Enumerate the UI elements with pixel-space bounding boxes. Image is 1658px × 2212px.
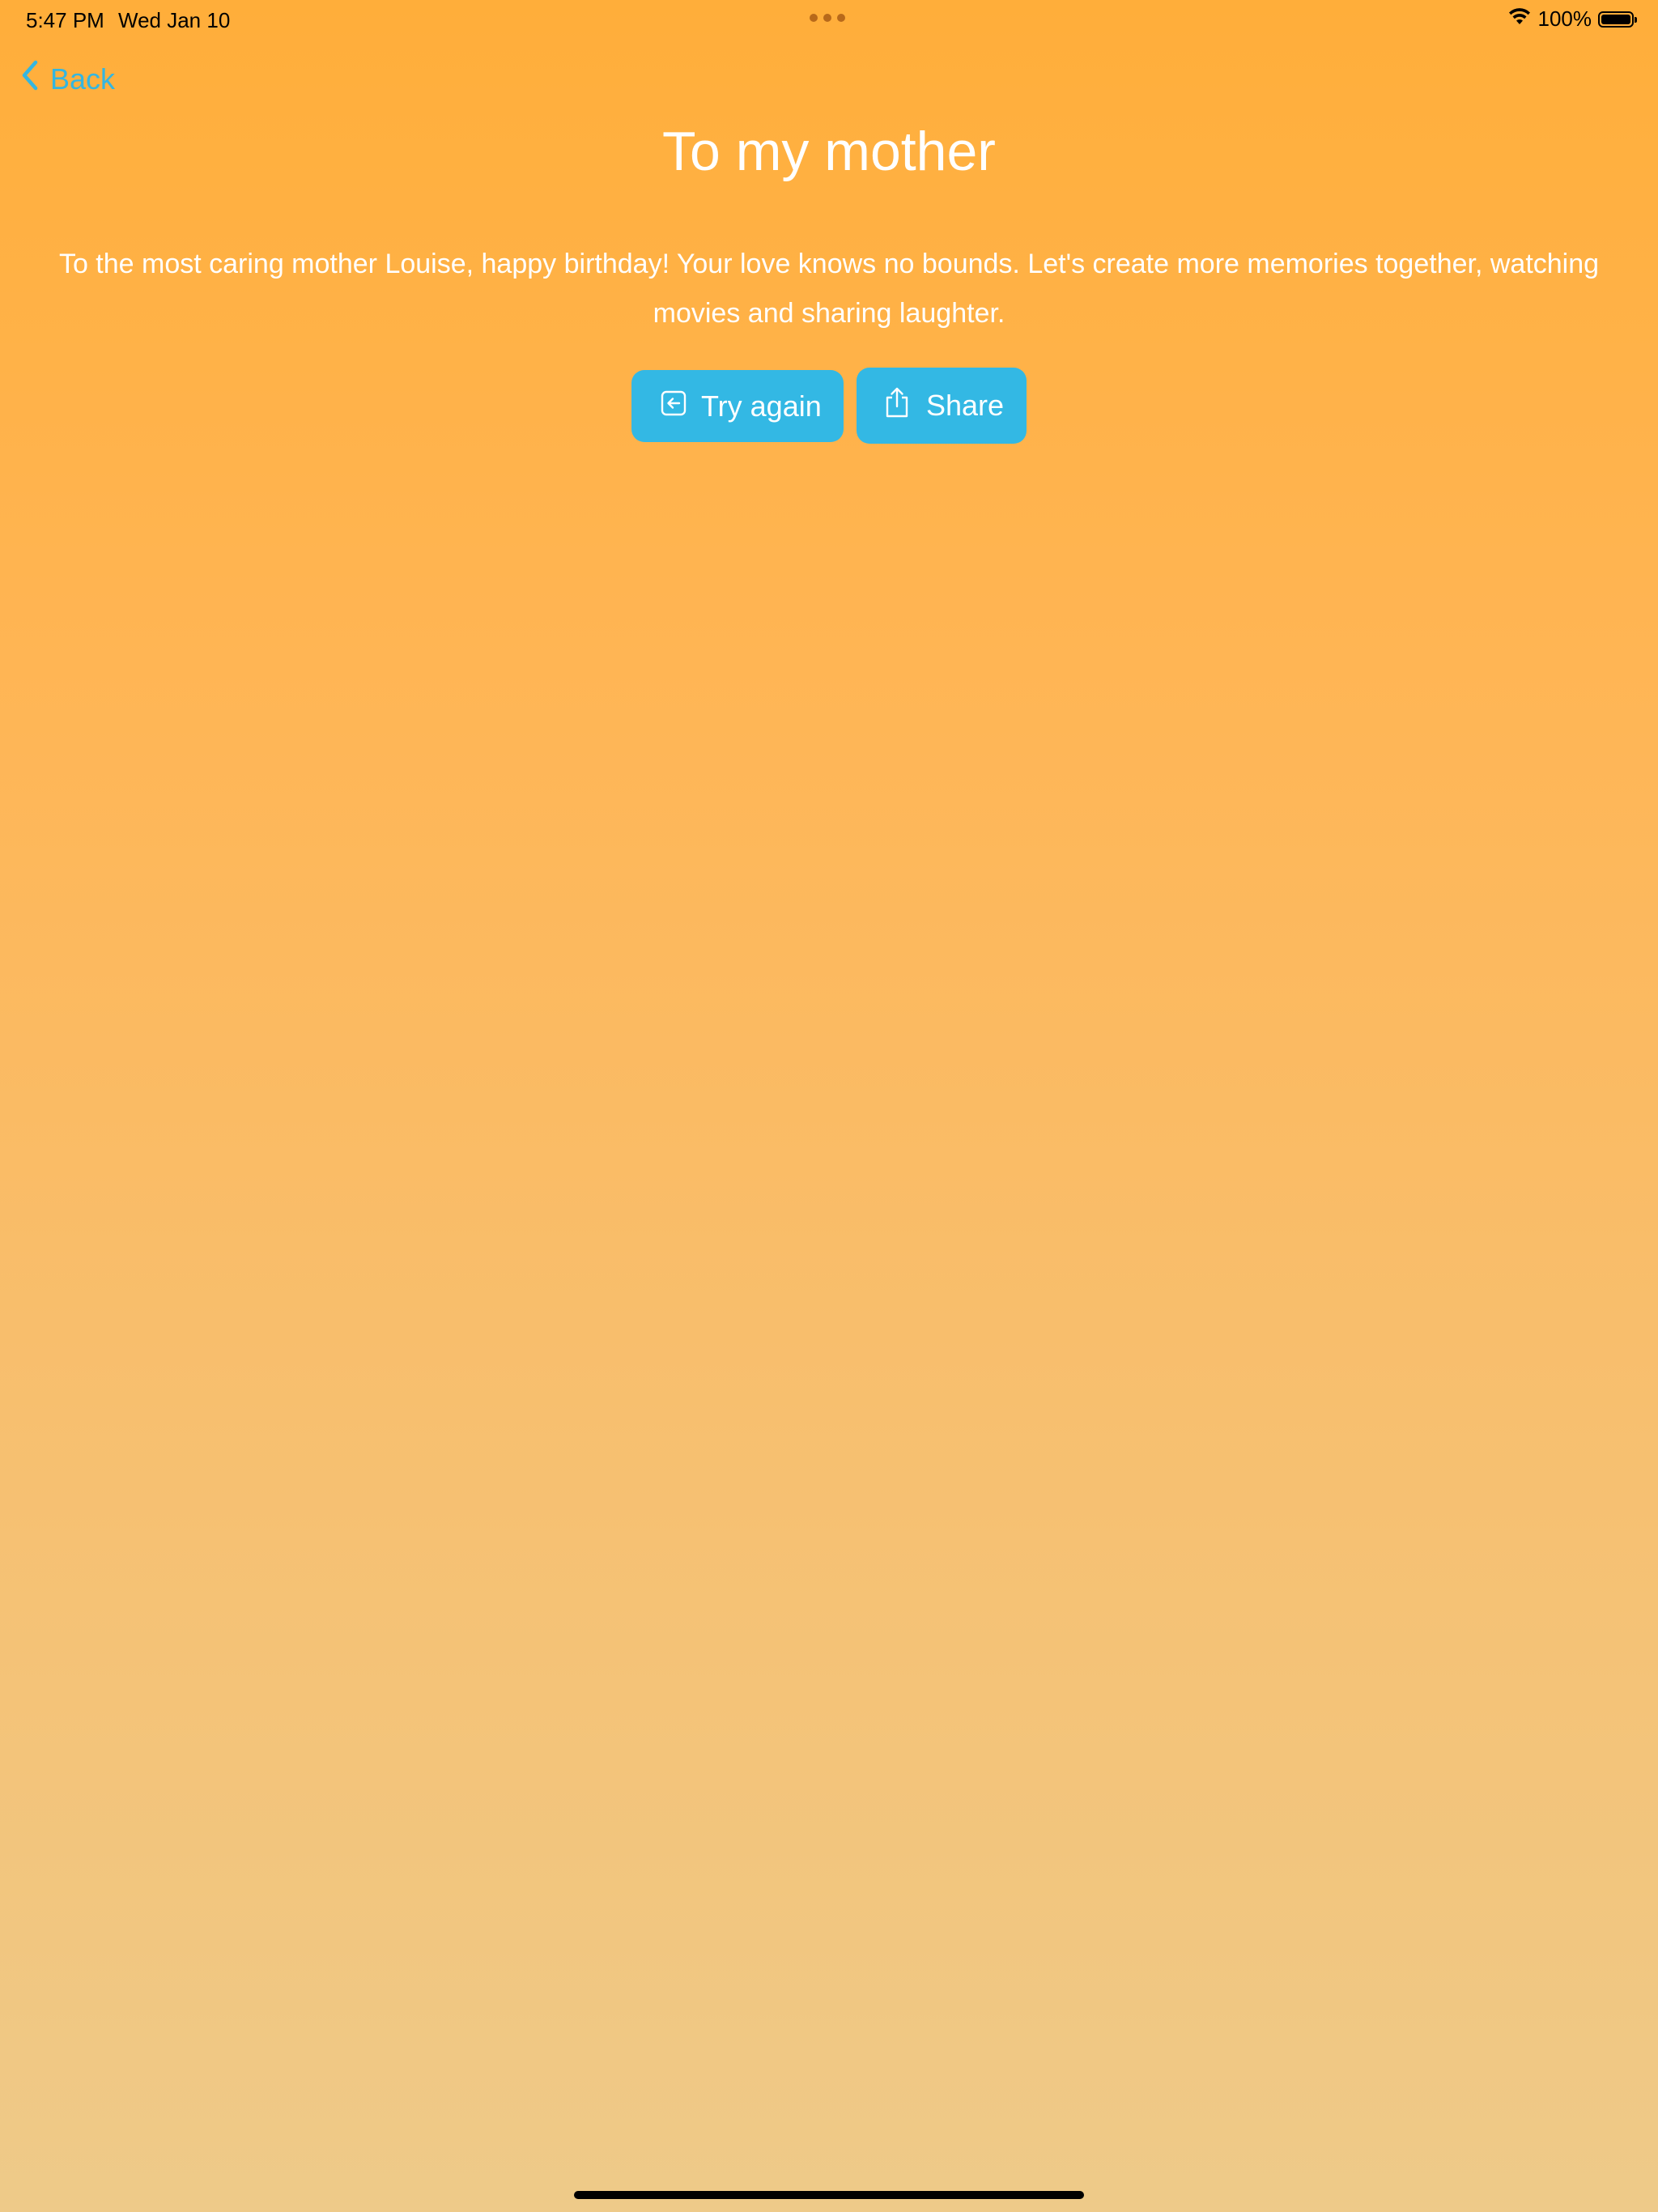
status-indicators: 100% — [1507, 6, 1637, 32]
page-title: To my mother — [662, 121, 996, 182]
arrow-left-square-icon — [661, 389, 687, 423]
dot-icon — [837, 14, 845, 22]
dot-icon — [810, 14, 818, 22]
chevron-left-icon — [21, 60, 39, 98]
share-label: Share — [926, 389, 1005, 422]
try-again-label: Try again — [701, 389, 822, 423]
greeting-message: To the most caring mother Louise, happy … — [58, 249, 1600, 329]
multitask-menu[interactable] — [810, 14, 845, 22]
share-icon — [884, 386, 910, 426]
back-button[interactable]: Back — [21, 60, 115, 98]
wifi-icon — [1507, 6, 1532, 32]
home-indicator[interactable] — [574, 2191, 1084, 2199]
back-label: Back — [50, 62, 116, 96]
status-time: 5:47 PM — [26, 8, 104, 32]
battery-icon — [1598, 11, 1637, 28]
status-bar: 5:47 PM Wed Jan 10 100% — [0, 0, 1658, 39]
status-date: Wed Jan 10 — [118, 8, 231, 32]
dot-icon — [823, 14, 831, 22]
try-again-button[interactable]: Try again — [631, 370, 844, 442]
share-button[interactable]: Share — [857, 368, 1027, 444]
battery-percent: 100% — [1537, 6, 1592, 31]
battery-level — [1601, 14, 1630, 24]
